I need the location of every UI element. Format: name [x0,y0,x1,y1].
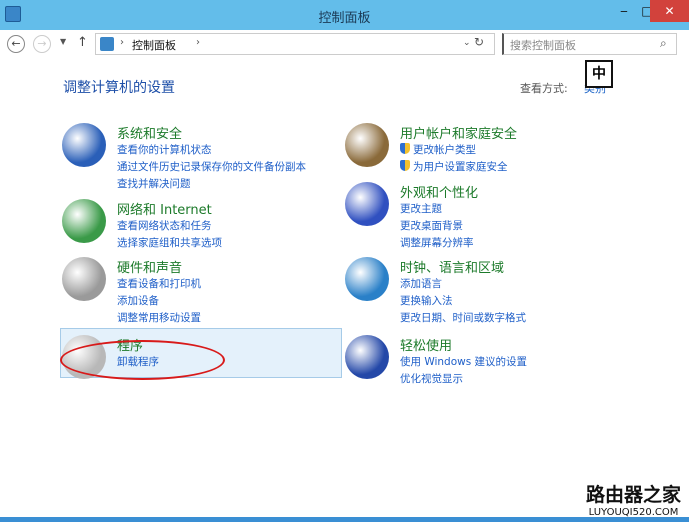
category-link[interactable]: 查看你的计算机状态 [117,142,306,159]
category-title[interactable]: 外观和个性化 [400,182,478,201]
category-link[interactable]: 查看设备和打印机 [117,276,201,293]
view-by-label: 查看方式: [520,82,568,95]
category-link[interactable]: 为用户设置家庭安全 [400,159,508,176]
category-link[interactable]: 更改桌面背景 [400,218,474,235]
category-link[interactable]: 通过文件历史记录保存你的文件备份副本 [117,159,306,176]
category-title[interactable]: 时钟、语言和区域 [400,257,504,276]
recent-locations-icon[interactable]: ▼ [60,37,66,46]
uac-shield-icon [400,143,410,154]
category-link[interactable]: 更改日期、时间或数字格式 [400,310,526,327]
category-title[interactable]: 系统和安全 [117,123,182,142]
system-security-icon[interactable] [62,123,106,167]
network-internet-icon[interactable] [62,199,106,243]
red-annotation-circle [60,340,225,380]
hardware-sound-icon[interactable] [62,257,106,301]
category-link[interactable]: 调整屏幕分辨率 [400,235,474,252]
minimize-button[interactable]: ‒ [612,0,636,22]
clock-language-icon[interactable] [345,257,389,301]
category-link[interactable]: 查看网络状态和任务 [117,218,222,235]
category-link[interactable]: 更换输入法 [400,293,526,310]
user-accounts-icon[interactable] [345,123,389,167]
back-button[interactable]: ← [7,35,25,53]
category-link[interactable]: 更改主题 [400,201,474,218]
close-button[interactable]: ✕ [650,0,689,22]
category-link[interactable]: 选择家庭组和共享选项 [117,235,222,252]
address-bar[interactable]: › 控制面板 › ⌄ [95,33,495,55]
ime-indicator: 中 [585,60,613,88]
control-panel-icon [100,37,114,51]
category-link[interactable]: 添加设备 [117,293,201,310]
up-button[interactable]: ↑ [77,35,88,50]
watermark: 路由器之家 LUYOUQI520.COM [586,484,682,518]
chevron-right-icon[interactable]: › [120,37,124,48]
title-bar: 控制面板 ‒ □ ✕ [0,0,689,30]
address-dropdown-icon[interactable]: ⌄ [463,38,471,48]
search-input[interactable]: 搜索控制面板 [502,33,677,55]
chevron-right-icon[interactable]: › [196,37,200,48]
appearance-icon[interactable] [345,182,389,226]
category-title[interactable]: 硬件和声音 [117,257,182,276]
category-title[interactable]: 轻松使用 [400,335,452,354]
category-link[interactable]: 使用 Windows 建议的设置 [400,354,527,371]
forward-button[interactable]: → [33,35,51,53]
category-link[interactable]: 添加语言 [400,276,526,293]
category-title[interactable]: 用户帐户和家庭安全 [400,123,517,142]
ease-of-access-icon[interactable] [345,335,389,379]
window-title: 控制面板 [318,11,371,26]
refresh-button[interactable]: ↻ [474,35,484,49]
window-border [0,517,689,522]
breadcrumb-control-panel[interactable]: 控制面板 [132,37,176,53]
uac-shield-icon [400,160,410,171]
category-link[interactable]: 更改帐户类型 [400,142,508,159]
category-link[interactable]: 调整常用移动设置 [117,310,201,327]
category-title[interactable]: 网络和 Internet [117,199,212,218]
search-icon[interactable]: ⌕ [660,36,667,51]
category-link[interactable]: 查找并解决问题 [117,176,306,193]
category-link[interactable]: 优化视觉显示 [400,371,527,388]
page-title: 调整计算机的设置 [63,80,175,96]
